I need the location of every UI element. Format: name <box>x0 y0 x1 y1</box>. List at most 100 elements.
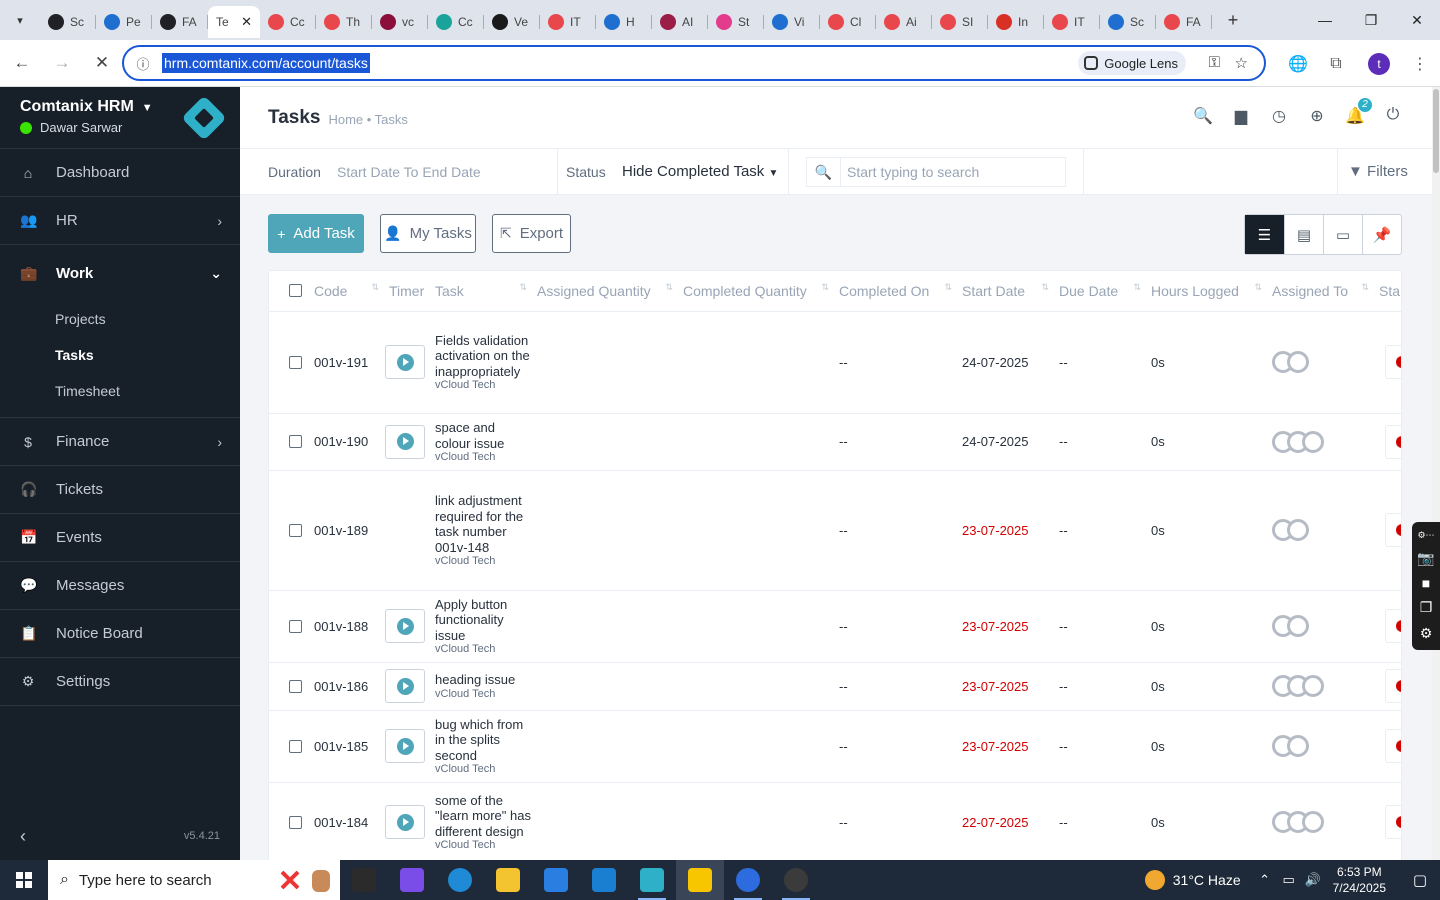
brand-header[interactable]: Comtanix HRM ▼ Dawar Sarwar <box>0 87 240 149</box>
sidebar-subitem-timesheet[interactable]: Timesheet <box>0 373 240 409</box>
window-capture-icon[interactable]: ❐ <box>1420 599 1433 616</box>
avatar[interactable] <box>1287 519 1309 541</box>
tab-search-icon[interactable]: ▾ <box>0 0 40 40</box>
status-select[interactable] <box>1385 513 1401 547</box>
sidebar-item-events[interactable]: 📅 Events <box>0 514 240 562</box>
taskbar-app-sticky-notes[interactable] <box>676 860 724 900</box>
avatar[interactable] <box>1287 351 1309 373</box>
browser-tab[interactable]: FA <box>152 6 208 38</box>
browser-tab[interactable]: St <box>708 6 764 38</box>
video-icon[interactable]: ■ <box>1422 575 1430 591</box>
row-checkbox[interactable] <box>289 523 302 537</box>
settings-icon[interactable]: ⚙ <box>1420 625 1433 642</box>
browser-tab[interactable]: Cc <box>428 6 484 38</box>
column-header-hours-logged[interactable]: Hours Logged ⇅ <box>1147 271 1268 312</box>
duration-range-input[interactable]: Start Date To End Date <box>337 164 481 180</box>
browser-tab[interactable]: In <box>988 6 1044 38</box>
task-name-link[interactable]: link adjustment required for the task nu… <box>435 493 531 555</box>
new-tab-button[interactable]: + <box>1218 10 1248 31</box>
taskbar-app-copilot[interactable] <box>388 860 436 900</box>
bell-icon[interactable]: 🔔 2 <box>1336 98 1374 126</box>
table-row[interactable]: 001v-185 bug which from in the splits sec… <box>269 710 1401 783</box>
column-header-completed-quantity[interactable]: Completed Quantity ⇅ <box>679 271 835 312</box>
column-header-completed-on[interactable]: Completed On ⇅ <box>835 271 958 312</box>
taskbar-app-comtanix-app[interactable] <box>628 860 676 900</box>
extensions-icon[interactable]: ⧉ <box>1318 55 1354 73</box>
taskbar-app-task-view[interactable] <box>340 860 388 900</box>
task-name-link[interactable]: heading issue <box>435 672 531 688</box>
forward-icon[interactable]: → <box>44 45 80 81</box>
taskbar-app-store[interactable] <box>532 860 580 900</box>
task-name-link[interactable]: bug which from in the splits second <box>435 717 531 764</box>
sidebar-item-settings[interactable]: ⚙ Settings <box>0 658 240 706</box>
column-header-due-date[interactable]: Due Date ⇅ <box>1055 271 1147 312</box>
export-button[interactable]: ⇱ Export <box>492 214 571 253</box>
chevron-down-icon[interactable]: ▼ <box>142 102 153 114</box>
search-icon[interactable]: 🔍 <box>1184 106 1222 126</box>
taskbar-search[interactable]: ⌕ Type here to search <box>48 860 340 900</box>
table-row[interactable]: 001v-189 link adjustment required for the… <box>269 470 1401 591</box>
browser-tab[interactable]: Cc <box>260 6 316 38</box>
start-timer-button[interactable] <box>385 609 425 643</box>
select-all-checkbox[interactable] <box>289 284 302 298</box>
row-checkbox[interactable] <box>289 739 302 753</box>
task-name-link[interactable]: space and colour issue <box>435 420 531 451</box>
row-checkbox[interactable] <box>289 619 302 633</box>
browser-tab[interactable]: Pe <box>96 6 152 38</box>
status-select[interactable] <box>1385 729 1401 763</box>
column-header-timer[interactable]: Timer <box>385 271 431 312</box>
add-task-button[interactable]: + Add Task <box>268 214 364 253</box>
task-name-link[interactable]: Apply button functionality issue <box>435 597 531 644</box>
browser-tab[interactable]: IT <box>540 6 596 38</box>
start-timer-button[interactable] <box>385 345 425 379</box>
bookmark-star-icon[interactable]: ☆ <box>1235 54 1248 72</box>
browser-tab[interactable]: Ve <box>484 6 540 38</box>
table-row[interactable]: 001v-191 Fields validation activation on … <box>269 311 1401 414</box>
column-header-assigned-to[interactable]: Assigned To ⇅ <box>1268 271 1375 312</box>
sidebar-item-dashboard[interactable]: ⌂ Dashboard <box>0 149 240 197</box>
row-checkbox[interactable] <box>289 815 302 829</box>
pinned-view-icon[interactable]: 📌 <box>1362 215 1401 254</box>
capture-menu-icon[interactable]: ⚙⋯ <box>1417 530 1434 541</box>
browser-tab[interactable]: Sc <box>1100 6 1156 38</box>
browser-tab[interactable]: FA <box>1156 6 1212 38</box>
taskbar-app-mail[interactable] <box>580 860 628 900</box>
column-header-code[interactable]: Code ⇅ <box>310 271 385 312</box>
row-checkbox[interactable] <box>289 435 302 448</box>
back-icon[interactable]: ← <box>4 45 40 81</box>
sidebar-item-messages[interactable]: 💬 Messages <box>0 562 240 610</box>
add-circle-icon[interactable]: ⊕ <box>1298 106 1336 126</box>
taskbar-app-chrome[interactable] <box>772 860 820 900</box>
close-window-icon[interactable]: ✕ <box>1394 0 1440 40</box>
table-row[interactable]: 001v-184 some of the "learn more" has dif… <box>269 782 1401 860</box>
browser-tab[interactable]: vc <box>372 6 428 38</box>
page-scrollbar[interactable] <box>1432 87 1440 860</box>
power-icon[interactable]: ⏻ <box>1374 106 1412 126</box>
status-select[interactable] <box>1385 345 1401 379</box>
url-text[interactable]: hrm.comtanix.com/account/tasks <box>162 53 370 73</box>
close-tab-icon[interactable]: ✕ <box>241 14 252 30</box>
browser-tab[interactable]: H <box>596 6 652 38</box>
collapse-sidebar-icon[interactable]: ‹ <box>20 826 26 847</box>
camera-icon[interactable]: 📷 <box>1417 550 1434 567</box>
start-timer-button[interactable] <box>385 669 425 703</box>
table-row[interactable]: 001v-190 space and colour issue vCloud Tec… <box>269 413 1401 471</box>
scrollbar-thumb[interactable] <box>1433 89 1439 173</box>
start-timer-button[interactable] <box>385 805 425 839</box>
clock-icon[interactable]: ◷ <box>1260 106 1298 126</box>
sidebar-item-notice-board[interactable]: 📋 Notice Board <box>0 610 240 658</box>
taskbar-app-file-explorer[interactable] <box>484 860 532 900</box>
my-tasks-button[interactable]: 👤 My Tasks <box>380 214 476 253</box>
sidebar-subitem-projects[interactable]: Projects <box>0 301 240 337</box>
browser-tab-active[interactable]: Te ✕ <box>208 6 260 38</box>
sidebar-item-hr[interactable]: 👥 HR › <box>0 197 240 245</box>
taskbar-app-zoom[interactable] <box>724 860 772 900</box>
sidebar-item-work[interactable]: 💼 Work ⌄ <box>0 245 240 301</box>
column-header-start-date[interactable]: Start Date ⇅ <box>958 271 1055 312</box>
translate-icon[interactable]: 🌐 <box>1280 54 1316 74</box>
status-select[interactable]: Hide Completed Task ▼ <box>622 163 778 180</box>
browser-tab[interactable]: Vi <box>764 6 820 38</box>
browser-tab[interactable]: Th <box>316 6 372 38</box>
status-select[interactable] <box>1385 805 1401 839</box>
status-select[interactable] <box>1385 669 1401 703</box>
